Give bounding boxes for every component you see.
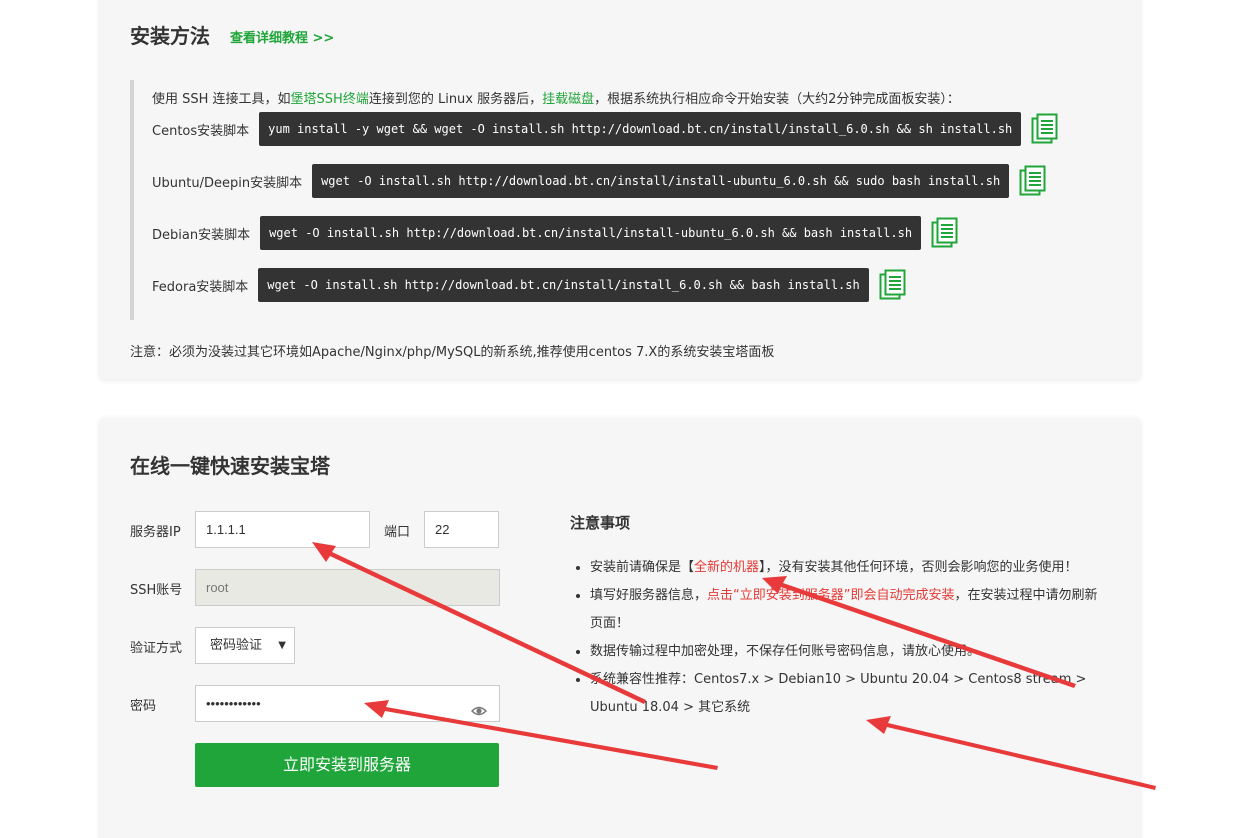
script-row-ubuntu: Ubuntu/Deepin安装脚本 wget -O install.sh htt… (152, 164, 1047, 198)
script-row-centos: Centos安装脚本 yum install -y wget && wget -… (152, 112, 1059, 146)
online-install-title: 在线一键快速安装宝塔 (130, 454, 330, 478)
script-command[interactable]: yum install -y wget && wget -O install.s… (259, 112, 1022, 146)
install-to-server-button[interactable]: 立即安装到服务器 (195, 743, 499, 787)
auth-method-select[interactable]: 密码验证 ▼ (195, 627, 295, 664)
port-label: 端口 (384, 525, 411, 540)
notice-text: 】，没有安装其他任何环境，否则会影响您的业务使用！ (759, 560, 1078, 575)
notice-item: 系统兼容性推荐：Centos7.x > Debian10 > Ubuntu 20… (590, 666, 1100, 722)
install-script-box: 使用 SSH 连接工具，如堡塔SSH终端连接到您的 Linux 服务器后，挂载磁… (130, 80, 1058, 320)
copy-icon[interactable] (1031, 113, 1059, 145)
copy-icon[interactable] (879, 269, 907, 301)
script-label: Ubuntu/Deepin安装脚本 (152, 175, 303, 191)
notice-item: 安装前请确保是【全新的机器】，没有安装其他任何环境，否则会影响您的业务使用！ (590, 554, 1100, 582)
tutorial-link[interactable]: 查看详细教程 >> (230, 27, 334, 46)
intro-text-2: 连接到您的 Linux 服务器后， (368, 92, 543, 107)
intro-text-1: 使用 SSH 连接工具，如 (152, 92, 291, 107)
copy-icon[interactable] (1019, 165, 1047, 197)
install-method-title: 安装方法 (130, 24, 210, 48)
script-label: Debian安装脚本 (152, 227, 251, 243)
notice-item: 填写好服务器信息，点击“立即安装到服务器”即会自动完成安装，在安装过程中请勿刷新… (590, 582, 1100, 638)
notice-highlight: 点击“立即安装到服务器”即会自动完成安装 (707, 588, 955, 603)
eye-icon[interactable] (470, 696, 488, 731)
script-command[interactable]: wget -O install.sh http://download.bt.cn… (312, 164, 1010, 198)
online-install-card: 在线一键快速安装宝塔 服务器IP 1.1.1.1 端口 22 SSH账号 roo… (100, 418, 1140, 838)
script-label: Fedora安装脚本 (152, 279, 249, 295)
ssh-account-input[interactable]: root (195, 569, 500, 606)
notice-title: 注意事项 (570, 514, 631, 532)
install-method-card: 安装方法 查看详细教程 >> 使用 SSH 连接工具，如堡塔SSH终端连接到您的… (100, 0, 1140, 379)
password-input[interactable]: •••••••••••• (195, 685, 500, 722)
copy-icon[interactable] (931, 217, 959, 249)
caret-down-icon: ▼ (278, 640, 286, 651)
server-ip-input[interactable]: 1.1.1.1 (195, 511, 370, 548)
install-intro: 使用 SSH 连接工具，如堡塔SSH终端连接到您的 Linux 服务器后，挂载磁… (152, 88, 960, 107)
auth-method-value: 密码验证 (210, 638, 263, 653)
auth-method-label: 验证方式 (130, 641, 183, 656)
script-command[interactable]: wget -O install.sh http://download.bt.cn… (260, 216, 922, 250)
ssh-account-label: SSH账号 (130, 583, 183, 598)
port-input[interactable]: 22 (424, 511, 499, 548)
intro-text-3: ，根据系统执行相应命令开始安装（大约2分钟完成面板安装）： (594, 92, 960, 107)
notice-text: 安装前请确保是【 (590, 560, 695, 575)
password-label: 密码 (130, 699, 157, 714)
server-ip-label: 服务器IP (130, 525, 181, 540)
notice-list: 安装前请确保是【全新的机器】，没有安装其他任何环境，否则会影响您的业务使用！ 填… (590, 554, 1100, 722)
install-note: 注意：必须为没装过其它环境如Apache/Nginx/php/MySQL的新系统… (130, 345, 775, 360)
script-row-debian: Debian安装脚本 wget -O install.sh http://dow… (152, 216, 959, 250)
notice-highlight: 全新的机器 (694, 560, 760, 575)
mount-disk-link[interactable]: 挂载磁盘 (542, 92, 594, 107)
script-row-fedora: Fedora安装脚本 wget -O install.sh http://dow… (152, 268, 907, 302)
notice-text: 填写好服务器信息， (590, 588, 708, 603)
script-command[interactable]: wget -O install.sh http://download.bt.cn… (258, 268, 869, 302)
ssh-terminal-link[interactable]: 堡塔SSH终端 (291, 92, 369, 107)
script-label: Centos安装脚本 (152, 123, 250, 139)
notice-item: 数据传输过程中加密处理，不保存任何账号密码信息，请放心使用。 (590, 638, 1100, 666)
password-value: •••••••••••• (206, 696, 261, 711)
